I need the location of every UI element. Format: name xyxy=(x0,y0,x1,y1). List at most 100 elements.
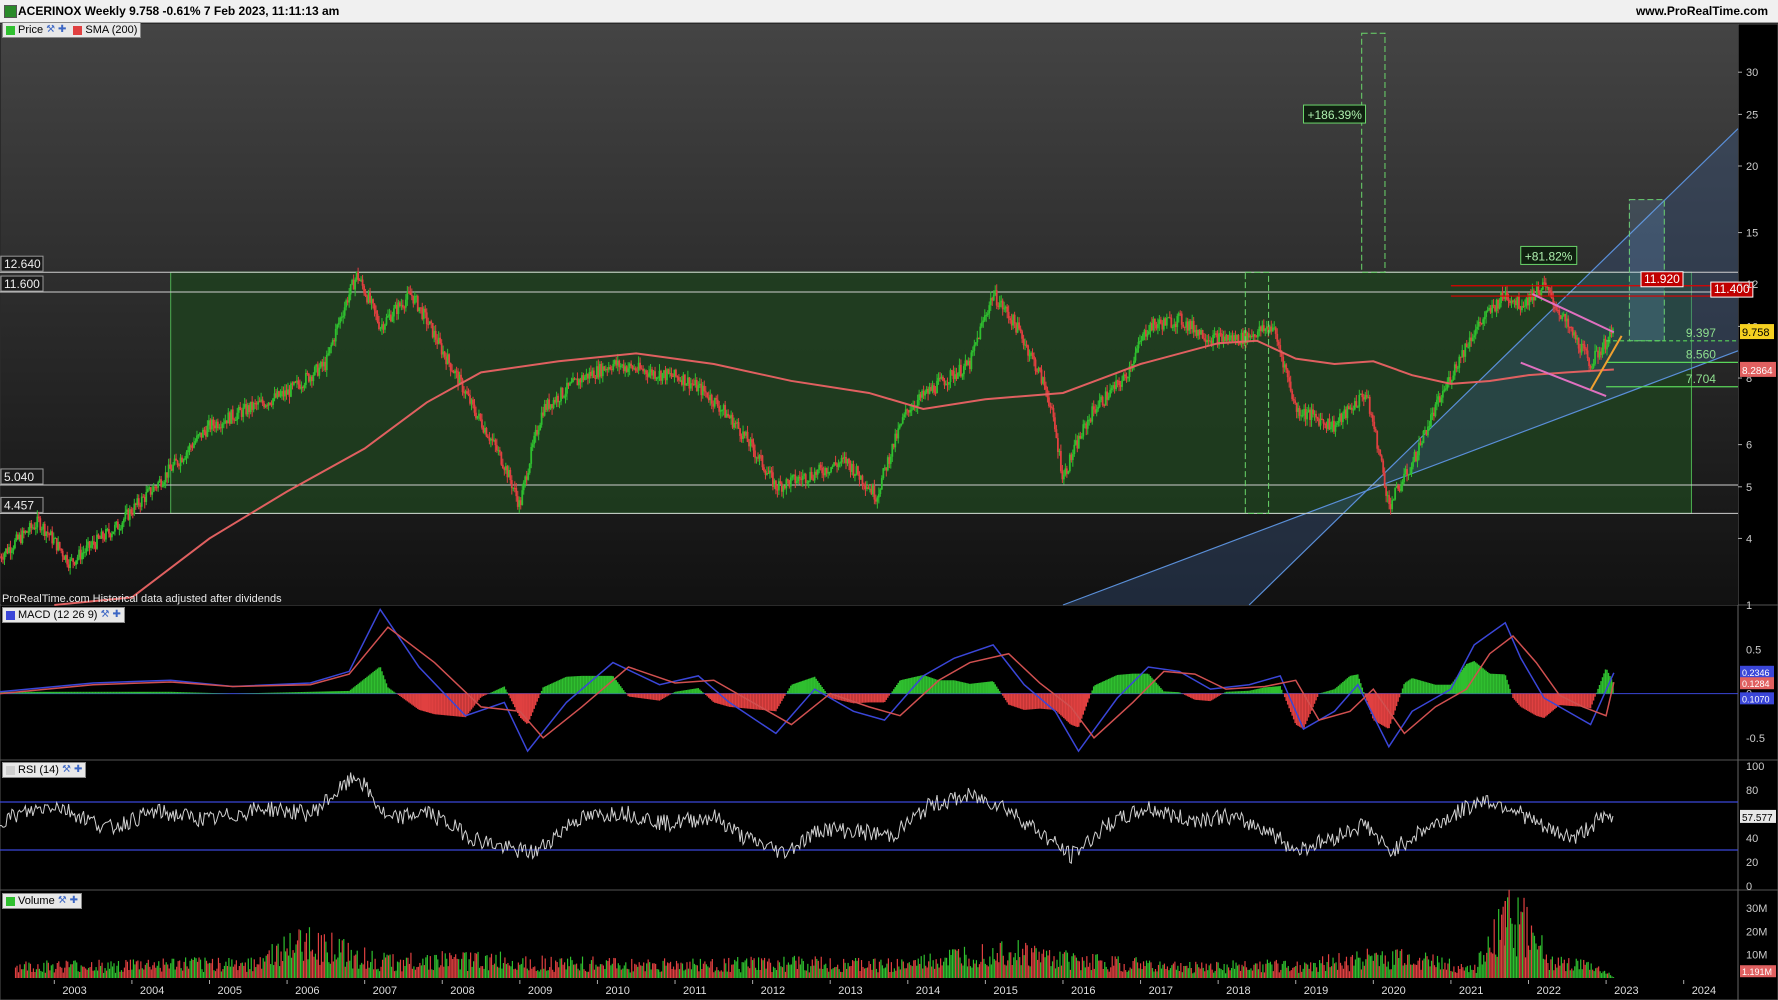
candle-body xyxy=(1606,346,1608,350)
candle-body xyxy=(1376,430,1379,449)
candle-body xyxy=(1127,376,1129,379)
legend-rsi[interactable]: RSI (14) ⚒ ✚ xyxy=(2,762,87,778)
candle-body xyxy=(509,470,512,481)
candle-body xyxy=(119,528,122,530)
macd-badge-label: 0.2346 xyxy=(1742,668,1770,678)
wrench-icon[interactable]: ⚒ xyxy=(100,608,109,622)
candle-body xyxy=(81,552,83,560)
wrench-icon[interactable]: ⚒ xyxy=(46,23,55,37)
target-box-fill xyxy=(1629,199,1665,341)
x-tick-label: 2011 xyxy=(683,985,707,997)
level-label: 4.457 xyxy=(4,498,34,512)
candle-body xyxy=(1142,334,1144,341)
legend-price[interactable]: Price ⚒ ✚ SMA (200) xyxy=(2,22,142,38)
candle-body xyxy=(472,399,474,405)
candle-body xyxy=(1171,326,1174,328)
plus-icon[interactable]: ✚ xyxy=(70,894,78,908)
candle-body xyxy=(467,393,470,396)
candle-body xyxy=(122,518,125,523)
candle-body xyxy=(1427,426,1429,436)
candle-body xyxy=(105,529,107,540)
candle-body xyxy=(819,464,822,468)
candle-body xyxy=(340,317,343,319)
candle-body xyxy=(1591,367,1593,369)
candle-body xyxy=(430,321,433,323)
candle-body xyxy=(163,482,166,486)
candle-body xyxy=(1153,318,1156,325)
candle-body xyxy=(131,513,134,515)
legend-macd[interactable]: MACD (12 26 9) ⚒ ✚ xyxy=(2,607,125,623)
wrench-icon[interactable]: ⚒ xyxy=(58,894,67,908)
candle-body xyxy=(1409,473,1411,475)
candle-body xyxy=(1098,399,1101,407)
candle-body xyxy=(1391,500,1394,510)
wrench-icon[interactable]: ⚒ xyxy=(62,763,71,777)
candle-body xyxy=(449,362,452,371)
candle-body xyxy=(1544,282,1547,288)
candle-body xyxy=(1003,308,1006,310)
candle-body xyxy=(376,313,379,322)
candle-body xyxy=(236,412,239,421)
candle-body xyxy=(1473,335,1476,338)
candle-body xyxy=(721,409,724,411)
candle-body xyxy=(1045,385,1047,390)
candle-body xyxy=(348,294,351,303)
candle-body xyxy=(903,414,906,418)
candle-body xyxy=(252,403,255,410)
candle-body xyxy=(161,485,164,487)
candle-body xyxy=(877,494,880,498)
candle-body xyxy=(727,413,730,417)
candle-body xyxy=(1371,414,1374,422)
candle-body xyxy=(1397,485,1399,489)
candle-body xyxy=(146,489,149,493)
candle-body xyxy=(60,548,63,551)
candle-body xyxy=(1458,356,1461,368)
sma-badge-label: 8.2864 xyxy=(1742,366,1773,377)
candle-body xyxy=(564,393,567,397)
candle-body xyxy=(1092,406,1095,410)
candle-body xyxy=(1298,408,1301,416)
candle-body xyxy=(1306,412,1308,420)
rsi-badge-label: 57.577 xyxy=(1742,813,1773,824)
candle-body xyxy=(1537,286,1540,293)
candle-body xyxy=(424,308,427,313)
legend-volume[interactable]: Volume ⚒ ✚ xyxy=(2,893,83,909)
y-tick-label: 20 xyxy=(1746,161,1758,173)
candle-body xyxy=(272,398,274,405)
candle-body xyxy=(239,406,242,411)
candle-body xyxy=(948,381,950,385)
candle-body xyxy=(1492,304,1495,307)
candle-body xyxy=(222,423,225,425)
candle-body xyxy=(97,534,100,538)
source-link[interactable]: www.ProRealTime.com xyxy=(1636,4,1768,18)
candle-body xyxy=(1450,379,1453,384)
candle-body xyxy=(1370,413,1373,415)
candle-body xyxy=(1580,343,1583,353)
candle-body xyxy=(413,296,416,304)
candle-body xyxy=(971,350,974,353)
plus-icon[interactable]: ✚ xyxy=(58,23,66,37)
x-tick-label: 2004 xyxy=(140,985,164,997)
candle-body xyxy=(752,442,755,451)
candle-body xyxy=(924,392,927,396)
candle-body xyxy=(737,422,740,429)
candle-body xyxy=(531,444,534,448)
plus-icon[interactable]: ✚ xyxy=(74,763,82,777)
candle-body xyxy=(821,467,824,474)
candle-body xyxy=(1110,388,1113,391)
candle-body xyxy=(1315,413,1317,418)
candle-body xyxy=(1006,306,1009,312)
candle-body xyxy=(998,302,1001,308)
plus-icon[interactable]: ✚ xyxy=(112,608,120,622)
candle-body xyxy=(751,439,753,443)
candle-body xyxy=(962,366,965,375)
rsi-tick-label: 100 xyxy=(1746,761,1764,773)
candle-body xyxy=(1379,449,1382,456)
candle-body xyxy=(1101,396,1104,405)
candle-body xyxy=(379,328,382,330)
candle-body xyxy=(1321,418,1323,421)
candle-body xyxy=(685,383,688,386)
candle-body xyxy=(401,304,404,308)
candle-body xyxy=(1271,327,1274,332)
candle-body xyxy=(1292,398,1295,401)
